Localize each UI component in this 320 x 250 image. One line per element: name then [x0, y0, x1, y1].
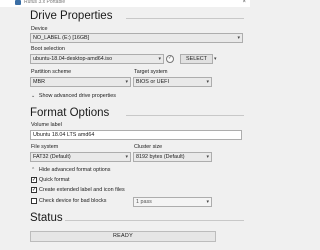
file-system-value: FAT32 (Default) — [33, 154, 71, 160]
chevron-up-icon: ⌃ — [31, 167, 36, 173]
title-bar: Rufus 3.x Portable × — [0, 0, 250, 7]
dropdown-arrow-icon: ▾ — [125, 79, 128, 85]
show-advanced-drive-label: Show advanced drive properties — [38, 93, 116, 99]
cluster-size-dropdown[interactable]: 8192 bytes (Default) ▾ — [133, 152, 212, 162]
verify-checksum-icon[interactable]: ✓ — [166, 55, 174, 63]
extended-label-checkbox[interactable]: ✓ — [31, 187, 37, 193]
select-button[interactable]: SELECT — [180, 54, 213, 64]
file-system-label: File system — [31, 144, 59, 150]
format-options-heading: Format Options — [30, 107, 110, 119]
target-system-label: Target system — [134, 69, 168, 75]
boot-selection-dropdown[interactable]: ubuntu-18.04-desktop-amd64.iso ▾ — [30, 54, 164, 64]
volume-label-input[interactable]: Ubuntu 18.04 LTS amd64 — [30, 130, 242, 140]
device-value: NO_LABEL (E:) [16GB] — [33, 35, 90, 41]
quick-format-label: Quick format — [39, 177, 70, 183]
dropdown-arrow-icon: ▾ — [158, 56, 161, 62]
dropdown-arrow-icon: ▾ — [206, 199, 209, 205]
quick-format-checkbox[interactable]: ✓ — [31, 177, 37, 183]
partition-scheme-dropdown[interactable]: MBR ▾ — [30, 77, 131, 87]
section-divider — [126, 115, 244, 116]
status-heading: Status — [30, 212, 63, 224]
cluster-size-value: 8192 bytes (Default) — [136, 154, 185, 160]
bad-blocks-label: Check device for bad blocks — [39, 198, 107, 204]
target-system-value: BIOS or UEFI — [136, 79, 169, 85]
passes-dropdown[interactable]: 1 pass ▾ — [133, 197, 212, 207]
volume-label-label: Volume label — [31, 122, 62, 128]
device-dropdown[interactable]: NO_LABEL (E:) [16GB] ▾ — [30, 33, 243, 43]
cluster-size-label: Cluster size — [134, 144, 163, 150]
passes-value: 1 pass — [136, 199, 152, 205]
status-bar: READY — [30, 231, 216, 242]
dropdown-arrow-icon: ▾ — [125, 154, 128, 160]
partition-scheme-value: MBR — [33, 79, 45, 85]
app-icon — [15, 0, 21, 5]
bad-blocks-checkbox[interactable] — [31, 198, 37, 204]
device-label: Device — [31, 26, 48, 32]
close-icon[interactable]: × — [242, 0, 246, 6]
chevron-down-icon: ⌄ — [31, 93, 36, 99]
dropdown-arrow-icon: ▾ — [206, 154, 209, 160]
dropdown-arrow-icon: ▾ — [206, 79, 209, 85]
drive-properties-heading: Drive Properties — [30, 10, 113, 22]
dropdown-arrow-icon: ▾ — [237, 35, 240, 41]
boot-selection-label: Boot selection — [31, 46, 65, 52]
section-divider — [126, 18, 244, 19]
partition-scheme-label: Partition scheme — [31, 69, 72, 75]
checkmark-icon: ✓ — [168, 55, 173, 61]
target-system-dropdown[interactable]: BIOS or UEFI ▾ — [133, 77, 212, 87]
section-divider — [65, 220, 244, 221]
extended-label-label: Create extended label and icon files — [39, 187, 125, 193]
boot-selection-value: ubuntu-18.04-desktop-amd64.iso — [33, 56, 113, 62]
hide-advanced-format-toggle[interactable]: ⌃ Hide advanced format options — [31, 167, 111, 174]
hide-advanced-format-label: Hide advanced format options — [38, 167, 111, 173]
file-system-dropdown[interactable]: FAT32 (Default) ▾ — [30, 152, 131, 162]
select-options-arrow-icon[interactable]: ▾ — [214, 55, 217, 63]
window-title: Rufus 3.x Portable — [24, 0, 66, 5]
show-advanced-drive-toggle[interactable]: ⌄ Show advanced drive properties — [31, 93, 116, 100]
